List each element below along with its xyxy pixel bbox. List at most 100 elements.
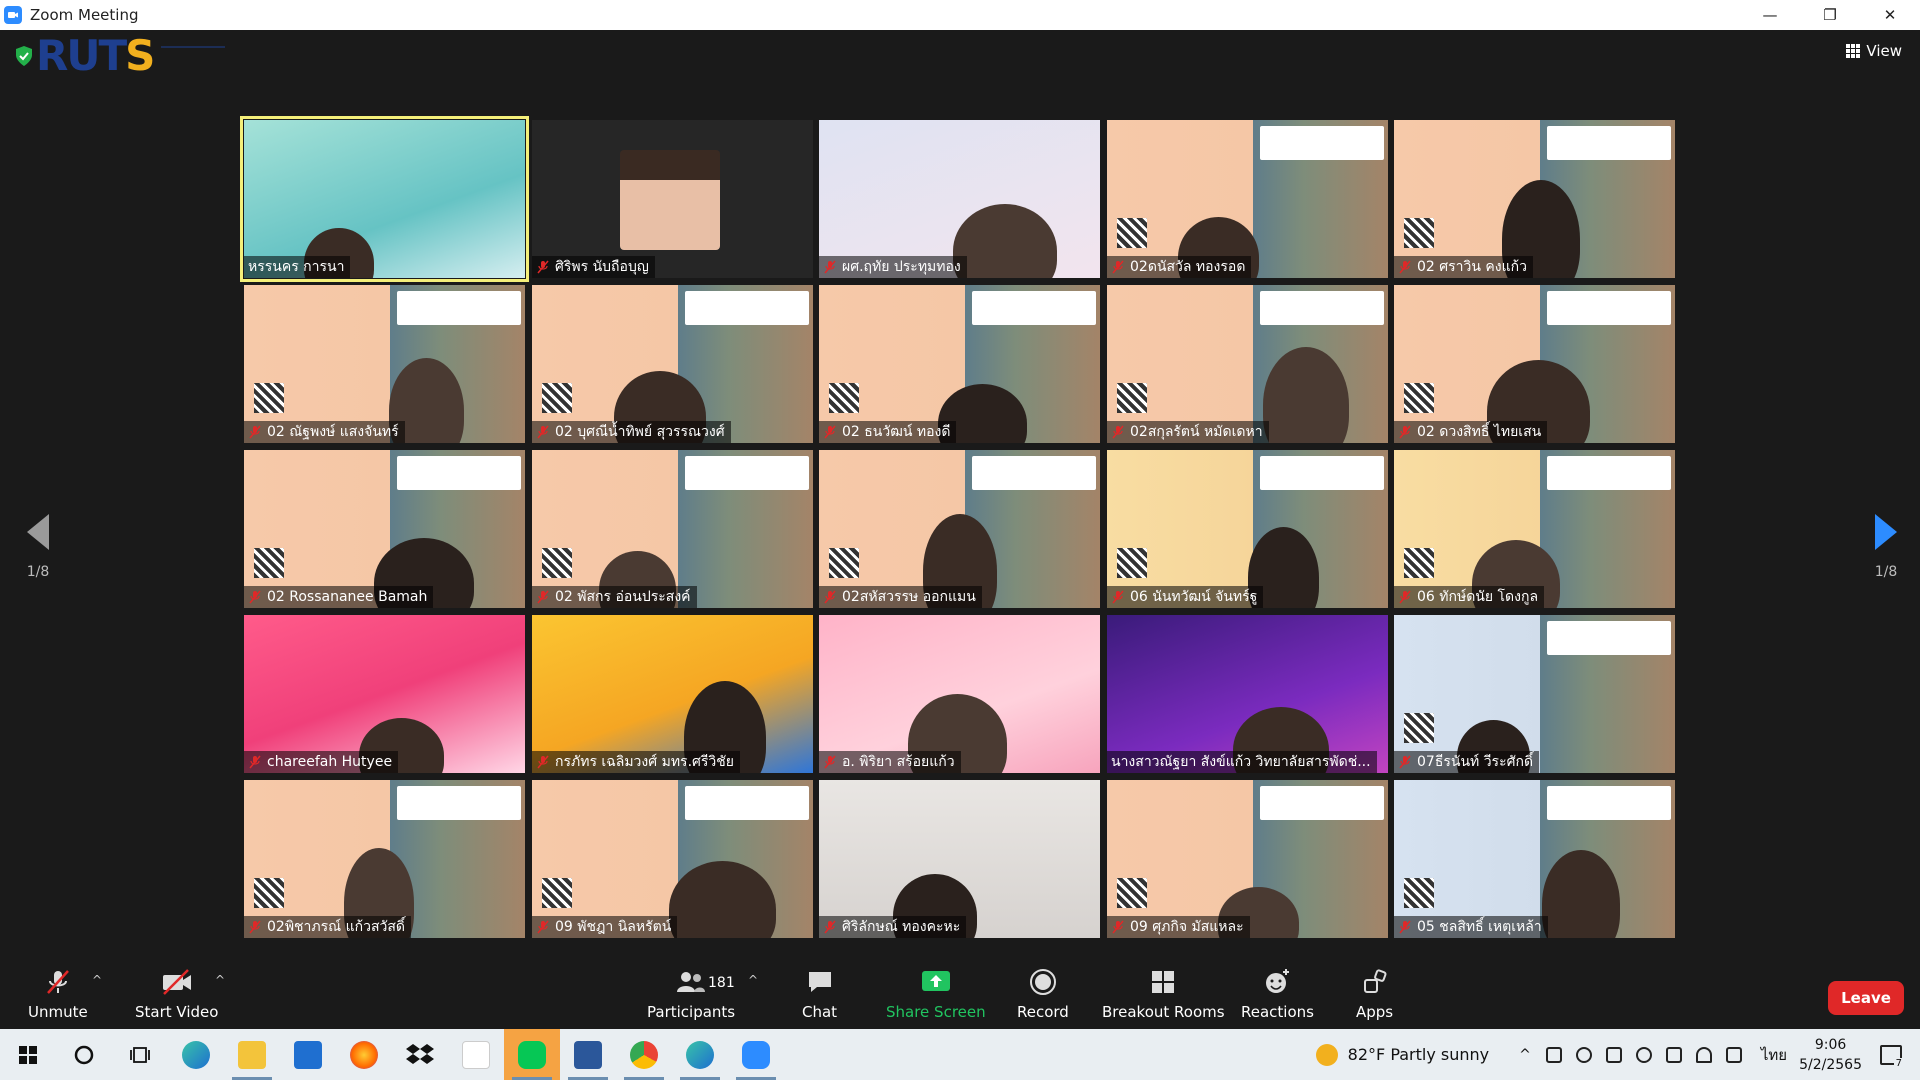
participant-tile[interactable]: นางสาวณัฐยา สังข์แก้ว วิทยาลัยสารพัดช่..… [1107,615,1388,773]
video-grid: หรรนคร การนา ศิริพร นับถือบุญ ผศ.ฤทัย ประท… [240,116,1676,938]
grid-view-icon [1846,44,1861,58]
participant-tile[interactable]: กรภัทร เฉลิมวงศ์ มทร.ศรีวิชัย [532,615,813,773]
participant-tile[interactable]: chareefah Hutyee [244,615,525,773]
participants-caret-icon[interactable]: ^ [748,973,758,987]
taskbar-dropbox[interactable] [392,1029,448,1080]
apps-button[interactable]: Apps [1356,967,1393,1021]
participant-tile[interactable]: 02 ณัฐพงษ์ แสงจันทร์ [244,285,525,443]
notifications-icon[interactable]: 7 [1880,1044,1904,1069]
participant-name-label: 06 ทักษ์ดนัย โดงกูล [1394,586,1545,608]
participant-tile[interactable]: 02 ศราวิน คงแก้ว [1394,120,1675,278]
participant-tile[interactable]: 02ดนัสวัล ทองรอด [1107,120,1388,278]
restore-button[interactable]: ❐ [1800,0,1860,30]
participant-name-label: 07ธีรนันท์ วีระศักดิ์ [1394,751,1540,773]
participant-name: 05 ชลสิทธิ์ เหตุเหล้า [1417,919,1542,935]
taskbar-edge[interactable] [168,1029,224,1080]
taskbar-file-explorer[interactable] [224,1029,280,1080]
participant-tile[interactable]: ศิริพร นับถือบุญ [532,120,813,278]
video-options-caret-icon[interactable]: ^ [215,973,225,987]
show-hidden-icons-icon[interactable]: ^ [1519,1047,1531,1063]
participant-tile[interactable]: ศิริลักษณ์ ทองคะหะ [819,780,1100,938]
participant-name: chareefah Hutyee [267,754,393,770]
mic-muted-icon [537,425,549,439]
participant-tile[interactable]: 02 ดวงสิทธิ์ ไทยเสน [1394,285,1675,443]
record-button[interactable]: Record [1017,967,1069,1021]
minimize-button[interactable]: — [1740,0,1800,30]
participant-tile[interactable]: 06 นันทวัฒน์ จันทร์ฐู [1107,450,1388,608]
taskbar-firefox[interactable] [336,1029,392,1080]
system-tray: 82°F Partly sunny ^ ไทย 9:06 5/2/2565 7 [1315,1029,1920,1080]
participant-tile[interactable]: อ. พิริยา สร้อยแก้ว [819,615,1100,773]
security-shield-icon[interactable] [14,45,34,67]
taskbar-amazon[interactable] [448,1029,504,1080]
weather-widget[interactable]: 82°F Partly sunny [1315,1043,1489,1066]
line-icon [518,1040,546,1069]
clock[interactable]: 9:06 5/2/2565 [1799,1035,1862,1075]
participant-name-label: 02 พัสกร อ่อนประสงค์ [532,586,697,608]
participant-name-label: 02 ณัฐพงษ์ แสงจันทร์ [244,421,405,443]
breakout-rooms-label: Breakout Rooms [1102,1003,1225,1021]
mic-muted-icon [1399,755,1411,769]
participant-tile[interactable]: 09 ศุภกิจ มัสแหละ [1107,780,1388,938]
participant-tile[interactable]: 02 ธนวัฒน์ ทองดี [819,285,1100,443]
taskbar-chrome[interactable] [616,1029,672,1080]
start-button[interactable] [0,1029,56,1080]
participant-tile[interactable]: 02 พัสกร อ่อนประสงค์ [532,450,813,608]
participant-name-label: 02สหัสวรรษ ออกแมน [819,586,982,608]
start-video-button[interactable]: Start Video [135,967,218,1021]
audio-options-caret-icon[interactable]: ^ [92,973,102,987]
participant-tile[interactable]: ผศ.ฤทัย ประทุมทอง [819,120,1100,278]
mic-muted-icon [1112,590,1124,604]
input-language[interactable]: ไทย [1761,1043,1787,1067]
profile-photo [620,150,720,250]
next-page-nav[interactable]: 1/8 [1856,514,1916,580]
taskbar-zoom[interactable] [728,1029,784,1080]
antivirus-icon[interactable] [1605,1046,1622,1063]
webcam-icon[interactable] [1545,1046,1562,1063]
page-indicator-left: 1/8 [26,564,50,580]
task-view-button[interactable] [112,1029,168,1080]
taskbar-word[interactable] [560,1029,616,1080]
breakout-rooms-button[interactable]: Breakout Rooms [1102,967,1225,1021]
participant-tile[interactable]: หรรนคร การนา [240,116,529,282]
shared-logo: RUTS [14,34,226,78]
onedrive-icon[interactable] [1635,1046,1652,1063]
search-circle-icon [74,1045,94,1064]
mic-muted-icon [1112,425,1124,439]
participant-video [669,861,776,938]
mic-muted-icon [1112,920,1124,934]
prev-page-nav[interactable]: 1/8 [8,514,68,580]
participant-tile[interactable]: 02 Rossananee Bamah [244,450,525,608]
share-screen-button[interactable]: Share Screen [886,967,986,1021]
participant-tile[interactable]: 02สหัสวรรษ ออกแมน [819,450,1100,608]
participant-name: 02 ศราวิน คงแก้ว [1417,259,1527,275]
participant-tile[interactable]: 07ธีรนันท์ วีระศักดิ์ [1394,615,1675,773]
participant-tile[interactable]: 06 ทักษ์ดนัย โดงกูล [1394,450,1675,608]
right-arrow-icon[interactable] [1875,514,1897,550]
participant-tile[interactable]: 02พิชาภรณ์ แก้วสวัสดิ์ [244,780,525,938]
view-button[interactable]: View [1846,42,1902,60]
wifi-icon[interactable] [1695,1046,1712,1063]
participant-name-label: 02 ศราวิน คงแก้ว [1394,256,1533,278]
mic-muted-icon [537,260,549,274]
participant-name-label: 02พิชาภรณ์ แก้วสวัสดิ์ [244,916,411,938]
chat-button[interactable]: Chat [802,967,837,1021]
leave-button[interactable]: Leave [1828,981,1904,1015]
taskbar-mail[interactable] [280,1029,336,1080]
participant-tile[interactable]: 02สกุลรัตน์ หมัดเดหา [1107,285,1388,443]
taskbar-edge-2[interactable] [672,1029,728,1080]
volume-icon[interactable] [1725,1046,1742,1063]
close-button[interactable]: ✕ [1860,0,1920,30]
left-arrow-icon[interactable] [27,514,49,550]
unmute-button[interactable]: Unmute [28,967,88,1021]
search-button[interactable] [56,1029,112,1080]
apps-label: Apps [1356,1003,1394,1021]
battery-icon[interactable] [1665,1046,1682,1063]
reactions-button[interactable]: Reactions [1241,967,1314,1021]
participant-tile[interactable]: 09 พัชฎา นิลหรัตน์ [532,780,813,938]
taskbar-line[interactable] [504,1029,560,1080]
microphone-icon[interactable] [1575,1046,1592,1063]
participant-tile[interactable]: 05 ชลสิทธิ์ เหตุเหล้า [1394,780,1675,938]
participant-tile[interactable]: 02 บุศณีน้ำทิพย์ สุวรรณวงศ์ [532,285,813,443]
start-video-label: Start Video [135,1003,219,1021]
